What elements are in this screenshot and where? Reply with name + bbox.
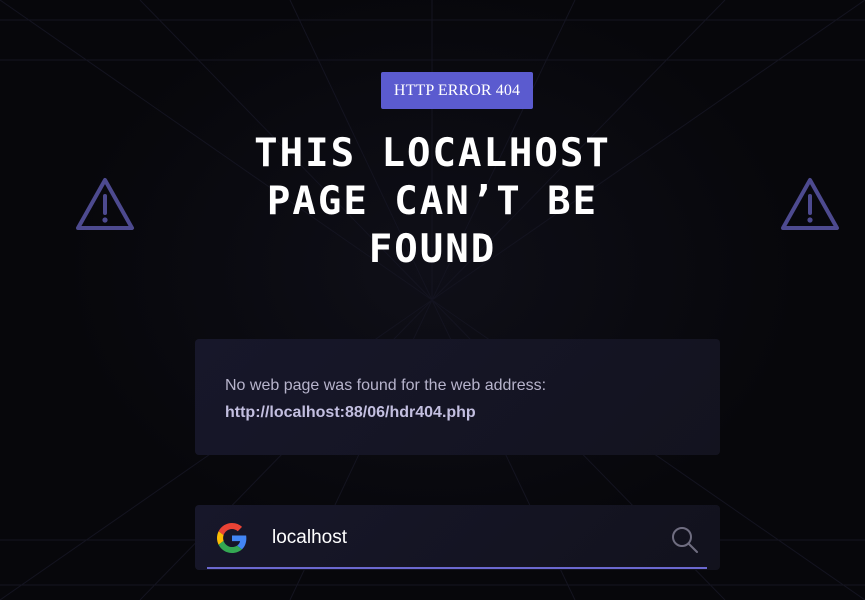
error-message: No web page was found for the web addres… <box>225 377 547 394</box>
error-info-card: No web page was found for the web addres… <box>195 339 720 455</box>
page-title: THIS LOCALHOST PAGE CAN’T BE FOUND <box>200 130 665 274</box>
title-line-1: THIS LOCALHOST <box>254 131 611 176</box>
search-focus-underline <box>207 567 707 569</box>
warning-icon <box>76 178 134 230</box>
search-icon[interactable] <box>670 525 700 553</box>
warning-icon <box>781 178 839 230</box>
title-line-3: FOUND <box>368 227 497 272</box>
http-error-badge: HTTP ERROR 404 <box>381 72 533 109</box>
google-icon <box>217 523 247 553</box>
title-line-2: PAGE CAN’T BE <box>266 179 599 224</box>
error-page: HTTP ERROR 404 THIS LOCALHOST PAGE CAN’T… <box>0 0 865 600</box>
error-url: http://localhost:88/06/hdr404.php <box>225 404 476 421</box>
search-input[interactable] <box>260 520 640 556</box>
